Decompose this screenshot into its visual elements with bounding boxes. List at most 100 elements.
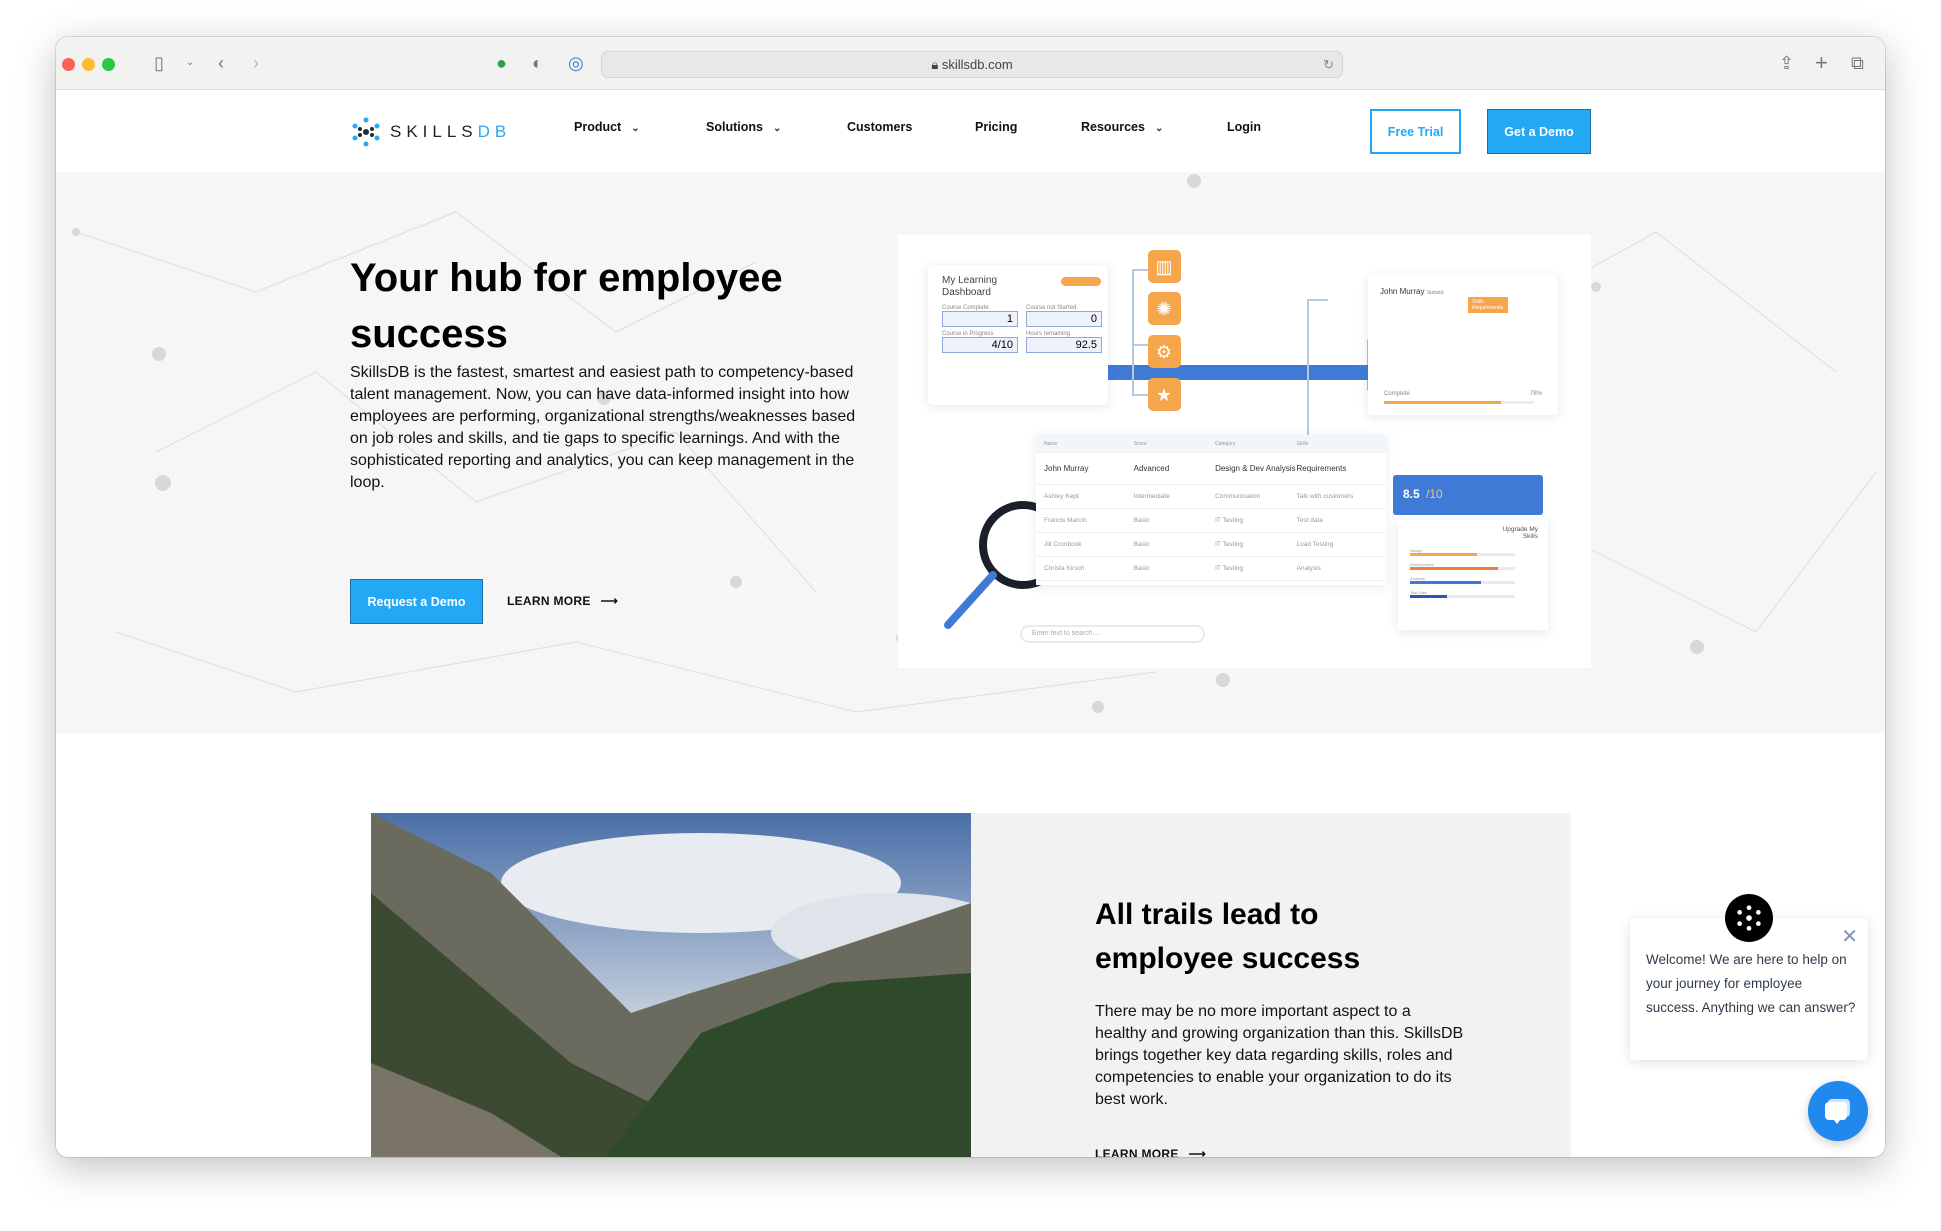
learn-more-label: LEARN MORE xyxy=(1095,1147,1179,1157)
chevron-down-icon: ⌄ xyxy=(631,123,640,134)
address-bar[interactable]: 🔒︎ skillsdb.com ↻ xyxy=(601,51,1343,78)
statistic-tag: Skills Requirements xyxy=(1468,297,1508,313)
site-header: SKILLSDB Product ⌄ Solutions ⌄ Customers P… xyxy=(56,90,1885,172)
hero-learn-more-link[interactable]: LEARN MORE ⟶ xyxy=(507,594,618,608)
statistic-card: John Murray Statistic Skills Requirement… xyxy=(1368,275,1558,415)
nav-customers[interactable]: Customers xyxy=(847,120,912,134)
free-trial-button[interactable]: Free Trial xyxy=(1370,109,1461,154)
close-window-button[interactable] xyxy=(62,58,75,71)
chat-avatar xyxy=(1725,894,1773,942)
nav-label: Resources xyxy=(1081,120,1145,134)
nav-pricing[interactable]: Pricing xyxy=(975,120,1017,134)
mountain-valley-photo xyxy=(371,813,971,1157)
table-cell: Ashley Kept xyxy=(1044,493,1079,500)
maximize-window-button[interactable] xyxy=(102,58,115,71)
nav-login[interactable]: Login xyxy=(1227,120,1261,134)
sidebar-icon[interactable]: ▯ xyxy=(154,53,164,73)
table-cell: John Murray xyxy=(1044,464,1089,473)
trails-panel: All trails lead to employee success Ther… xyxy=(971,813,1571,1157)
nav-product[interactable]: Product ⌄ xyxy=(574,120,640,134)
employee-table: Name Score Category Skills John Murray Advanc… xyxy=(1036,435,1386,585)
table-cell: Name xyxy=(1044,440,1058,447)
evernote-extension-icon[interactable]: ● xyxy=(496,53,507,73)
table-row: Jill Cronbook Basic IT Testing Load Testing xyxy=(1036,533,1386,557)
chevron-down-icon: ⌄ xyxy=(772,123,782,134)
nav-solutions[interactable]: Solutions ⌄ xyxy=(706,120,781,134)
chevron-down-icon[interactable]: ⌄ xyxy=(186,53,194,73)
table-cell: Christa Kirsch xyxy=(1044,565,1085,572)
skillsdb-logo[interactable]: SKILLSDB xyxy=(350,116,511,148)
table-cell: Score xyxy=(1133,440,1147,447)
url-text: skillsdb.com xyxy=(941,57,1013,72)
nav-resources[interactable]: Resources ⌄ xyxy=(1081,120,1163,134)
dashboard-title: My Learning Dashboard xyxy=(942,275,998,298)
landscape-image xyxy=(371,813,971,1157)
logo-text: SKILLS xyxy=(390,122,478,141)
hero-description: SkillsDB is the fastest, smartest and ea… xyxy=(350,364,856,491)
table-row: Francis Marcin Basic IT Testing Test data xyxy=(1036,509,1386,533)
table-row: Ashley Kept Intermediate Communication Talk… xyxy=(1036,485,1386,509)
chevron-down-icon: ⌄ xyxy=(1154,123,1164,134)
product-illustration: ▥ ✺ ⚙ ★ My Learning Dashboard Course Comple… xyxy=(898,235,1591,668)
skill-fill xyxy=(1410,553,1478,556)
table-cell: Advanced xyxy=(1133,464,1170,473)
learn-more-label: LEARN MORE xyxy=(507,594,591,608)
logo-text-accent: DB xyxy=(477,122,512,141)
get-demo-button[interactable]: Get a Demo xyxy=(1487,109,1591,154)
arrow-right-icon: ⟶ xyxy=(1188,1147,1207,1157)
password-extension-icon[interactable]: ◎ xyxy=(568,53,584,73)
nav-label: Pricing xyxy=(975,120,1018,134)
complete-progress-fill xyxy=(1384,401,1501,404)
table-cell: Category xyxy=(1215,440,1236,447)
table-cell: Intermediate xyxy=(1133,493,1170,500)
chat-bubble-icon xyxy=(1825,1099,1850,1124)
table-cell: Load Testing xyxy=(1296,541,1334,548)
new-tab-icon[interactable]: + xyxy=(1815,52,1828,74)
minimize-window-button[interactable] xyxy=(82,58,95,71)
upgrade-title: Upgrade My Skills xyxy=(1502,526,1538,540)
svg-text:⚙: ⚙ xyxy=(1156,342,1172,362)
complete-value: 78% xyxy=(1529,391,1542,397)
shield-extension-icon[interactable]: ◐ xyxy=(532,53,543,73)
table-cell: IT Testing xyxy=(1215,541,1244,548)
hero-title: Your hub for employee success xyxy=(350,256,783,356)
table-cell: Skills xyxy=(1296,440,1309,447)
table-cell: Basic xyxy=(1133,517,1150,524)
score-card: 8.5/10 xyxy=(1393,475,1543,515)
open-chat-button[interactable] xyxy=(1808,1081,1868,1141)
request-demo-button[interactable]: Request a Demo xyxy=(350,579,483,624)
chat-message: Welcome! We are here to help on your jou… xyxy=(1646,952,1856,1015)
reload-icon[interactable]: ↻ xyxy=(1323,52,1334,77)
learning-dashboard-card: My Learning Dashboard Course Complete 1 C… xyxy=(928,265,1108,405)
table-row: Christa Kirsch Basic IT Testing Analysis xyxy=(1036,557,1386,581)
statistic-sub: Statistic xyxy=(1426,290,1445,296)
logo-icon xyxy=(1737,905,1761,931)
nav-label: Login xyxy=(1227,120,1262,134)
nav-label: Product xyxy=(574,120,622,134)
statistic-name: John Murray xyxy=(1380,287,1425,296)
arrow-right-icon: ⟶ xyxy=(600,594,619,608)
browser-toolbar: ▯ ⌄ ‹ › ● ◐ ◎ 🔒︎ skillsdb.com ↻ ⇪ + ⧉ xyxy=(56,37,1885,90)
trails-title: All trails lead to employee success xyxy=(1095,898,1361,975)
skill-bar: Analysis xyxy=(1410,576,1515,584)
upgrade-skills-card: Upgrade My Skills Design Development Analy… xyxy=(1398,520,1548,630)
orange-pill xyxy=(1061,277,1101,286)
forward-icon[interactable]: › xyxy=(253,53,259,73)
score-value: 8.5 xyxy=(1403,487,1420,501)
stat-course-not-started: Course not Started 0 xyxy=(1026,305,1102,327)
score-max: /10 xyxy=(1426,487,1443,501)
share-icon[interactable]: ⇪ xyxy=(1779,53,1794,73)
skill-fill xyxy=(1410,567,1499,570)
table-cell: Requirements xyxy=(1296,464,1347,473)
table-header-row: Name Score Category Skills xyxy=(1036,435,1386,453)
close-icon[interactable]: ✕ xyxy=(1841,924,1858,949)
back-icon[interactable]: ‹ xyxy=(218,53,224,73)
skill-fill xyxy=(1410,581,1482,584)
stat-course-in-progress: Course in Progress 4/10 xyxy=(942,331,1018,353)
stat-course-complete: Course Complete 1 xyxy=(942,305,1018,327)
table-cell: Jill Cronbook xyxy=(1044,541,1082,548)
table-cell: Design & Dev Analysis xyxy=(1215,464,1296,473)
trails-learn-more-link[interactable]: LEARN MORE ⟶ xyxy=(1095,1147,1206,1157)
browser-window: ▯ ⌄ ‹ › ● ◐ ◎ 🔒︎ skillsdb.com ↻ ⇪ + ⧉ SKI… xyxy=(56,37,1885,1157)
tabs-overview-icon[interactable]: ⧉ xyxy=(1851,53,1864,73)
